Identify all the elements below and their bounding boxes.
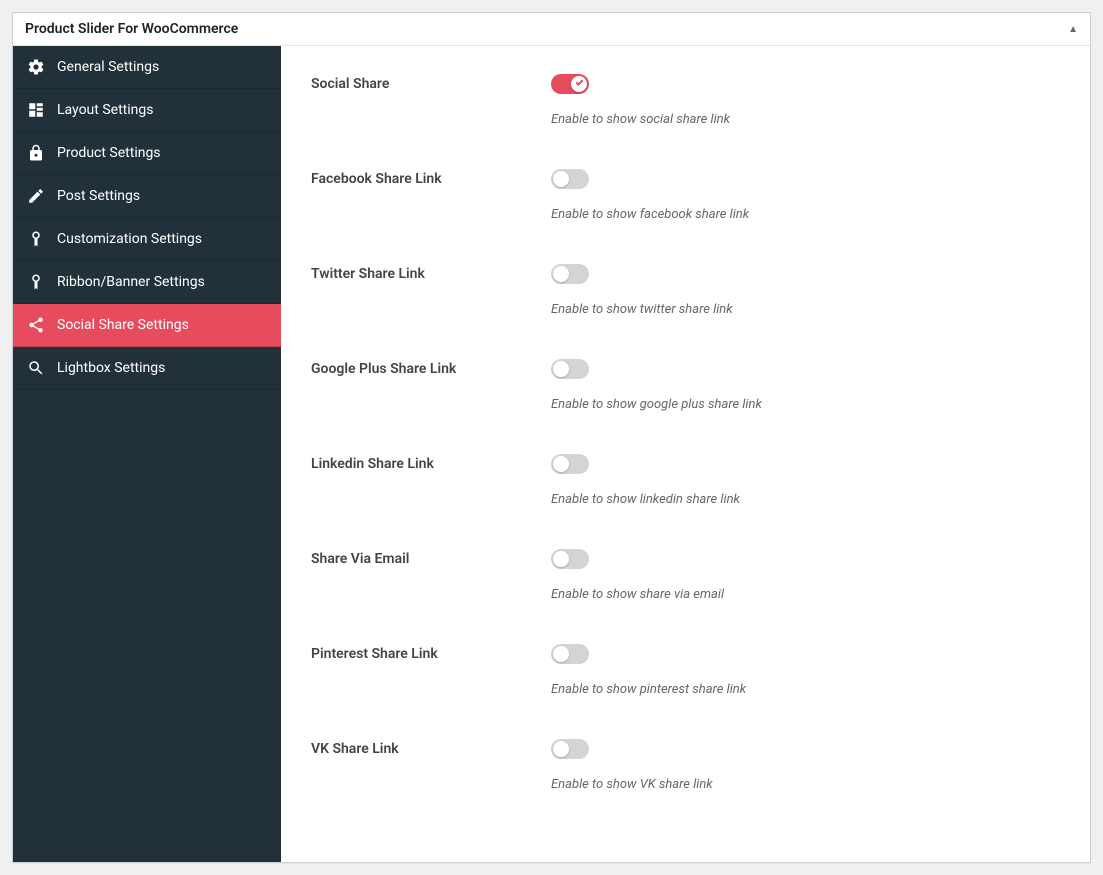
sidebar-item-lightbox-settings[interactable]: Lightbox Settings bbox=[13, 347, 281, 390]
panel-header[interactable]: Product Slider For WooCommerce ▲ bbox=[13, 13, 1090, 46]
sidebar-item-product-settings[interactable]: Product Settings bbox=[13, 132, 281, 175]
sidebar-item-post-settings[interactable]: Post Settings bbox=[13, 175, 281, 218]
content-area: Social Share Enable to show social share… bbox=[281, 46, 1090, 862]
setting-row-pinterest: Pinterest Share Link Enable to show pint… bbox=[311, 644, 1060, 697]
lock-icon bbox=[27, 144, 45, 162]
sidebar: General Settings Layout Settings Product… bbox=[13, 46, 281, 862]
sidebar-item-label: Lightbox Settings bbox=[57, 360, 165, 376]
setting-label: VK Share Link bbox=[311, 739, 551, 792]
setting-control: Enable to show share via email bbox=[551, 549, 1060, 602]
setting-description: Enable to show VK share link bbox=[551, 777, 1060, 792]
sidebar-item-label: Post Settings bbox=[57, 188, 140, 204]
setting-row-email: Share Via Email Enable to show share via… bbox=[311, 549, 1060, 602]
setting-row-social-share: Social Share Enable to show social share… bbox=[311, 74, 1060, 127]
setting-description: Enable to show facebook share link bbox=[551, 207, 1060, 222]
setting-label: Social Share bbox=[311, 74, 551, 127]
setting-description: Enable to show social share link bbox=[551, 112, 1060, 127]
sidebar-item-label: General Settings bbox=[57, 59, 159, 75]
edit-icon bbox=[27, 187, 45, 205]
setting-label: Linkedin Share Link bbox=[311, 454, 551, 507]
setting-label: Google Plus Share Link bbox=[311, 359, 551, 412]
setting-row-google-plus: Google Plus Share Link Enable to show go… bbox=[311, 359, 1060, 412]
setting-description: Enable to show share via email bbox=[551, 587, 1060, 602]
sidebar-item-label: Product Settings bbox=[57, 145, 161, 161]
search-icon bbox=[27, 359, 45, 377]
settings-panel: Product Slider For WooCommerce ▲ General… bbox=[12, 12, 1091, 863]
setting-control: Enable to show pinterest share link bbox=[551, 644, 1060, 697]
setting-row-twitter: Twitter Share Link Enable to show twitte… bbox=[311, 264, 1060, 317]
sidebar-item-label: Customization Settings bbox=[57, 231, 202, 247]
sidebar-item-ribbon-banner-settings[interactable]: Ribbon/Banner Settings bbox=[13, 261, 281, 304]
toggle-facebook[interactable] bbox=[551, 169, 589, 189]
sidebar-item-label: Social Share Settings bbox=[57, 317, 189, 333]
toggle-google-plus[interactable] bbox=[551, 359, 589, 379]
setting-row-linkedin: Linkedin Share Link Enable to show linke… bbox=[311, 454, 1060, 507]
sidebar-item-label: Layout Settings bbox=[57, 102, 153, 118]
sidebar-item-customization-settings[interactable]: Customization Settings bbox=[13, 218, 281, 261]
setting-control: Enable to show twitter share link bbox=[551, 264, 1060, 317]
setting-label: Facebook Share Link bbox=[311, 169, 551, 222]
sidebar-item-layout-settings[interactable]: Layout Settings bbox=[13, 89, 281, 132]
layout-icon bbox=[27, 101, 45, 119]
setting-control: Enable to show facebook share link bbox=[551, 169, 1060, 222]
collapse-caret-icon: ▲ bbox=[1068, 24, 1078, 35]
setting-label: Pinterest Share Link bbox=[311, 644, 551, 697]
toggle-linkedin[interactable] bbox=[551, 454, 589, 474]
setting-description: Enable to show linkedin share link bbox=[551, 492, 1060, 507]
sidebar-item-general-settings[interactable]: General Settings bbox=[13, 46, 281, 89]
setting-row-facebook: Facebook Share Link Enable to show faceb… bbox=[311, 169, 1060, 222]
toggle-email[interactable] bbox=[551, 549, 589, 569]
toggle-pinterest[interactable] bbox=[551, 644, 589, 664]
setting-control: Enable to show google plus share link bbox=[551, 359, 1060, 412]
panel-body: General Settings Layout Settings Product… bbox=[13, 46, 1090, 862]
share-icon bbox=[27, 316, 45, 334]
panel-title: Product Slider For WooCommerce bbox=[25, 21, 238, 37]
toggle-vk[interactable] bbox=[551, 739, 589, 759]
setting-control: Enable to show social share link bbox=[551, 74, 1060, 127]
setting-description: Enable to show twitter share link bbox=[551, 302, 1060, 317]
ribbon-icon bbox=[27, 230, 45, 248]
setting-control: Enable to show VK share link bbox=[551, 739, 1060, 792]
toggle-social-share[interactable] bbox=[551, 74, 589, 94]
ribbon-icon bbox=[27, 273, 45, 291]
setting-label: Share Via Email bbox=[311, 549, 551, 602]
sidebar-item-label: Ribbon/Banner Settings bbox=[57, 274, 205, 290]
setting-control: Enable to show linkedin share link bbox=[551, 454, 1060, 507]
setting-description: Enable to show google plus share link bbox=[551, 397, 1060, 412]
setting-row-vk: VK Share Link Enable to show VK share li… bbox=[311, 739, 1060, 792]
setting-description: Enable to show pinterest share link bbox=[551, 682, 1060, 697]
gear-icon bbox=[27, 58, 45, 76]
setting-label: Twitter Share Link bbox=[311, 264, 551, 317]
sidebar-item-social-share-settings[interactable]: Social Share Settings bbox=[13, 304, 281, 347]
toggle-twitter[interactable] bbox=[551, 264, 589, 284]
